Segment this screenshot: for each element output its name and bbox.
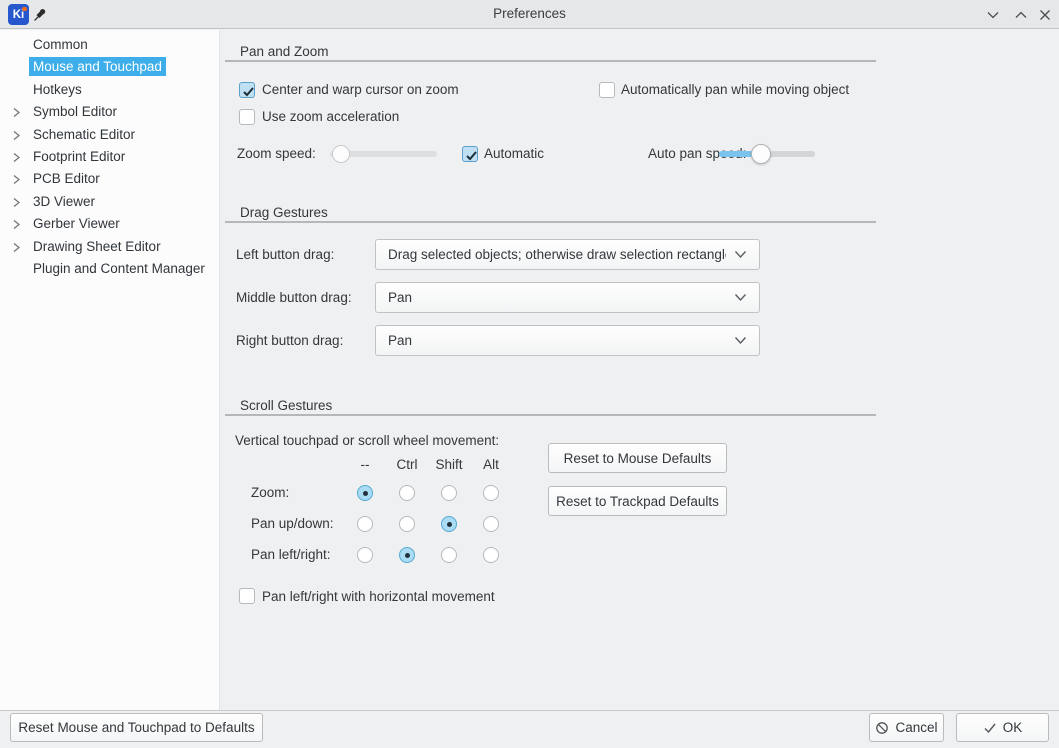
sidebar-item-mouse-and-touchpad[interactable]: Mouse and Touchpad [0, 56, 219, 78]
slider-knob[interactable] [751, 144, 771, 164]
pan-leftright-alt-radio[interactable] [483, 547, 499, 563]
zoom-none-radio[interactable] [357, 485, 373, 501]
section-title-pan-zoom: Pan and Zoom [240, 44, 329, 60]
sidebar-item-common[interactable]: Common [0, 34, 219, 56]
pan-leftright-none-radio[interactable] [357, 547, 373, 563]
middle-button-drag-label: Middle button drag: [236, 290, 352, 306]
sidebar-item-footprint-editor[interactable]: Footprint Editor [0, 146, 219, 168]
chevron-down-icon [734, 250, 747, 259]
zoom-row-label: Zoom: [251, 485, 289, 501]
window-shade-icon[interactable] [986, 8, 1000, 22]
column-header-alt: Alt [471, 457, 511, 473]
auto-pan-moving-object-label: Automatically pan while moving object [621, 82, 849, 98]
left-button-drag-select[interactable]: Drag selected objects; otherwise draw se… [375, 239, 760, 270]
pan-updown-none-radio[interactable] [357, 516, 373, 532]
sidebar-item-pcb-editor[interactable]: PCB Editor [0, 168, 219, 190]
reset-mouse-touchpad-defaults-button[interactable]: Reset Mouse and Touchpad to Defaults [10, 713, 263, 742]
ok-button[interactable]: OK [956, 713, 1049, 742]
chevron-right-icon[interactable] [11, 107, 22, 118]
section-title-scroll-gestures: Scroll Gestures [240, 398, 332, 414]
pan-leftright-shift-radio[interactable] [441, 547, 457, 563]
pan-leftright-ctrl-radio[interactable] [399, 547, 415, 563]
window-maximize-icon[interactable] [1014, 8, 1028, 22]
left-button-drag-label: Left button drag: [236, 247, 334, 263]
column-header-shift: Shift [429, 457, 469, 473]
automatic-zoom-checkbox[interactable] [462, 146, 478, 162]
right-button-drag-label: Right button drag: [236, 333, 343, 349]
section-divider [225, 221, 876, 223]
mouse-touchpad-panel: Pan and Zoom Center and warp cursor on z… [220, 29, 1059, 710]
section-title-drag-gestures: Drag Gestures [240, 205, 328, 221]
sidebar-item-gerber-viewer[interactable]: Gerber Viewer [0, 213, 219, 235]
right-button-drag-select[interactable]: Pan [375, 325, 760, 356]
slider-knob[interactable] [332, 145, 350, 163]
pan-updown-ctrl-radio[interactable] [399, 516, 415, 532]
chevron-right-icon[interactable] [11, 197, 22, 208]
chevron-right-icon[interactable] [11, 174, 22, 185]
middle-button-drag-select[interactable]: Pan [375, 282, 760, 313]
zoom-shift-radio[interactable] [441, 485, 457, 501]
center-warp-cursor-checkbox[interactable] [239, 82, 255, 98]
pan-updown-alt-radio[interactable] [483, 516, 499, 532]
window-title: Preferences [0, 0, 1059, 29]
chevron-down-icon [734, 293, 747, 302]
sidebar-item-schematic-editor[interactable]: Schematic Editor [0, 124, 219, 146]
chevron-right-icon[interactable] [11, 242, 22, 253]
cancel-icon [875, 721, 889, 735]
pan-updown-shift-radio[interactable] [441, 516, 457, 532]
reset-trackpad-defaults-button[interactable]: Reset to Trackpad Defaults [548, 486, 727, 516]
auto-pan-speed-slider[interactable] [719, 144, 815, 164]
zoom-speed-slider[interactable] [330, 144, 437, 164]
center-warp-cursor-label: Center and warp cursor on zoom [262, 82, 459, 98]
preferences-tree: Common Mouse and Touchpad Hotkeys Symbol… [0, 30, 220, 710]
vertical-movement-label: Vertical touchpad or scroll wheel moveme… [235, 433, 499, 449]
auto-pan-moving-object-checkbox[interactable] [599, 82, 615, 98]
chevron-right-icon[interactable] [11, 219, 22, 230]
column-header-ctrl: Ctrl [387, 457, 427, 473]
chevron-right-icon[interactable] [11, 130, 22, 141]
sidebar-item-3d-viewer[interactable]: 3D Viewer [0, 191, 219, 213]
zoom-speed-label: Zoom speed: [237, 146, 316, 162]
horizontal-pan-checkbox[interactable] [239, 588, 255, 604]
pan-leftright-row-label: Pan left/right: [251, 547, 331, 563]
reset-mouse-defaults-button[interactable]: Reset to Mouse Defaults [548, 443, 727, 473]
section-divider [225, 60, 876, 62]
cancel-button[interactable]: Cancel [869, 713, 944, 742]
window-close-icon[interactable] [1038, 8, 1052, 22]
column-header-none: -- [345, 457, 385, 473]
chevron-right-icon[interactable] [11, 152, 22, 163]
zoom-ctrl-radio[interactable] [399, 485, 415, 501]
sidebar-item-symbol-editor[interactable]: Symbol Editor [0, 101, 219, 123]
ok-check-icon [983, 721, 997, 735]
section-divider [225, 414, 876, 416]
zoom-acceleration-label: Use zoom acceleration [262, 109, 399, 125]
sidebar-item-drawing-sheet-editor[interactable]: Drawing Sheet Editor [0, 236, 219, 258]
preferences-dialog: Ki Preferences Common Mouse and To [0, 0, 1059, 748]
zoom-acceleration-checkbox[interactable] [239, 109, 255, 125]
titlebar: Ki Preferences [0, 0, 1059, 29]
chevron-down-icon [734, 336, 747, 345]
pan-updown-row-label: Pan up/down: [251, 516, 334, 532]
sidebar-item-plugin-and-content-manager[interactable]: Plugin and Content Manager [0, 258, 219, 280]
dialog-footer: Reset Mouse and Touchpad to Defaults Can… [0, 710, 1059, 748]
sidebar-item-hotkeys[interactable]: Hotkeys [0, 79, 219, 101]
horizontal-pan-label: Pan left/right with horizontal movement [262, 589, 495, 605]
zoom-alt-radio[interactable] [483, 485, 499, 501]
automatic-zoom-label: Automatic [484, 146, 544, 162]
